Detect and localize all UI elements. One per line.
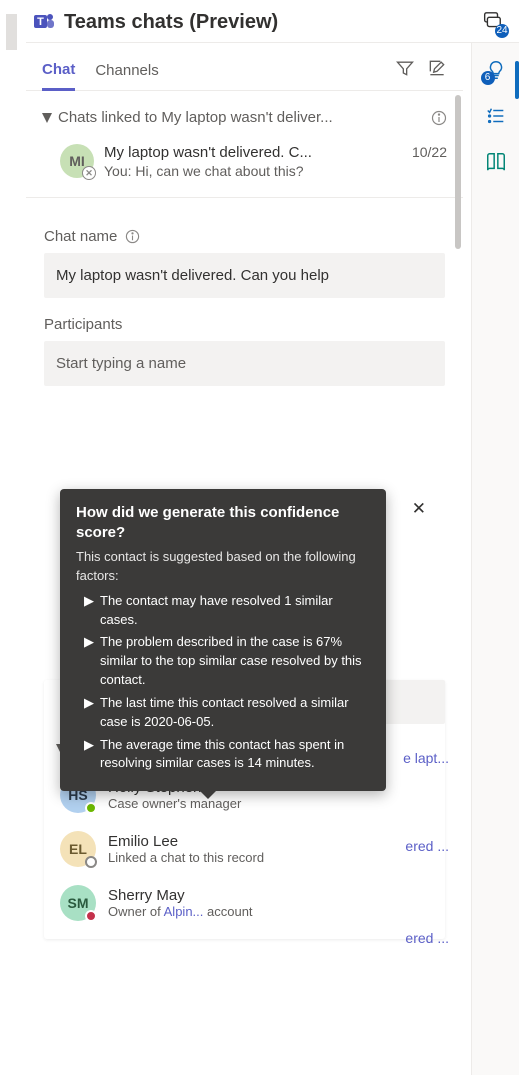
hidden-item-fragment: e lapt... <box>403 750 449 766</box>
chat-bubble-button[interactable]: 24 <box>481 10 505 34</box>
linked-chats-header[interactable]: Chats linked to My laptop wasn't deliver… <box>42 101 447 134</box>
confidence-tooltip: ✕ How did we generate this confidence sc… <box>60 489 386 791</box>
hidden-item-fragment: ered ... <box>405 930 449 946</box>
info-icon[interactable] <box>431 110 447 126</box>
close-icon[interactable]: ✕ <box>412 497 426 522</box>
presence-offline-icon: ✕ <box>82 166 96 180</box>
tooltip-tail <box>200 791 216 799</box>
ideas-button[interactable]: 6 <box>485 59 507 81</box>
left-strip <box>0 0 26 1075</box>
teams-logo-icon: T <box>32 10 56 34</box>
contact-role: Linked a chat to this record <box>108 850 264 865</box>
presence-busy-icon <box>85 910 97 922</box>
chat-item-timestamp: 10/22 <box>412 144 447 161</box>
tooltip-factor: The last time this contact resolved a si… <box>100 694 370 732</box>
info-icon[interactable] <box>125 229 140 244</box>
filter-icon[interactable] <box>395 58 415 78</box>
hidden-item-fragment: ered ... <box>405 838 449 854</box>
panel-body: Chat Channels Chats linked to My laptop … <box>26 43 519 1075</box>
tooltip-title: How did we generate this confidence scor… <box>76 503 370 542</box>
left-strip-stub <box>6 14 17 50</box>
chat-list-item[interactable]: MI ✕ My laptop wasn't delivered. C... 10… <box>42 134 447 197</box>
knowledge-button[interactable] <box>485 151 507 173</box>
teams-chats-panel: T Teams chats (Preview) 24 Chat Channels <box>26 0 519 1075</box>
account-link[interactable]: Alpin... <box>164 904 204 919</box>
panel-header: T Teams chats (Preview) 24 <box>26 0 519 43</box>
contact-role: Case owner's manager <box>108 796 241 811</box>
right-rail: 6 <box>471 43 519 1075</box>
compose-icon[interactable] <box>427 58 447 78</box>
chat-name-label: Chat name <box>44 228 445 245</box>
participants-label: Participants <box>44 316 445 333</box>
avatar: SM <box>60 885 96 921</box>
avatar-initials: MI <box>69 153 85 169</box>
active-indicator <box>515 61 519 99</box>
presence-available-icon <box>85 802 97 814</box>
svg-text:T: T <box>37 16 44 28</box>
related-contact[interactable]: SM Sherry May Owner of Alpin... account <box>44 877 445 931</box>
tab-chat[interactable]: Chat <box>42 53 75 91</box>
tab-channels[interactable]: Channels <box>95 54 158 89</box>
linked-chats-label: Chats linked to My laptop wasn't deliver… <box>58 109 421 126</box>
contact-name: Sherry May <box>108 887 253 904</box>
chat-item-text: My laptop wasn't delivered. C... 10/22 Y… <box>104 144 447 179</box>
tooltip-factors-list: ▶The contact may have resolved 1 similar… <box>76 592 370 774</box>
chat-name-input[interactable] <box>44 253 445 298</box>
chat-badge: 24 <box>495 24 509 38</box>
tooltip-subtitle: This contact is suggested based on the f… <box>76 548 370 586</box>
chat-item-title: My laptop wasn't delivered. C... <box>104 144 404 161</box>
main-column: Chat Channels Chats linked to My laptop … <box>26 43 471 1075</box>
tooltip-factor: The average time this contact has spent … <box>100 736 370 774</box>
contact-name: Emilio Lee <box>108 833 264 850</box>
participants-input[interactable] <box>44 341 445 386</box>
avatar: MI ✕ <box>60 144 94 178</box>
ideas-badge: 6 <box>481 71 495 85</box>
panel-title: Teams chats (Preview) <box>64 11 278 34</box>
chat-item-preview: You: Hi, can we chat about this? <box>104 163 447 179</box>
tooltip-factor: The contact may have resolved 1 similar … <box>100 592 370 630</box>
chevron-down-icon <box>42 113 52 123</box>
checklist-button[interactable] <box>485 105 507 127</box>
contact-role: Owner of Alpin... account <box>108 904 253 919</box>
tooltip-factor: The problem described in the case is 67%… <box>100 633 370 690</box>
presence-unknown-icon <box>85 856 97 868</box>
tabs: Chat Channels <box>26 43 463 91</box>
avatar: EL <box>60 831 96 867</box>
related-contact[interactable]: EL Emilio Lee Linked a chat to this reco… <box>44 823 445 877</box>
chat-list: Chats linked to My laptop wasn't deliver… <box>26 91 463 198</box>
